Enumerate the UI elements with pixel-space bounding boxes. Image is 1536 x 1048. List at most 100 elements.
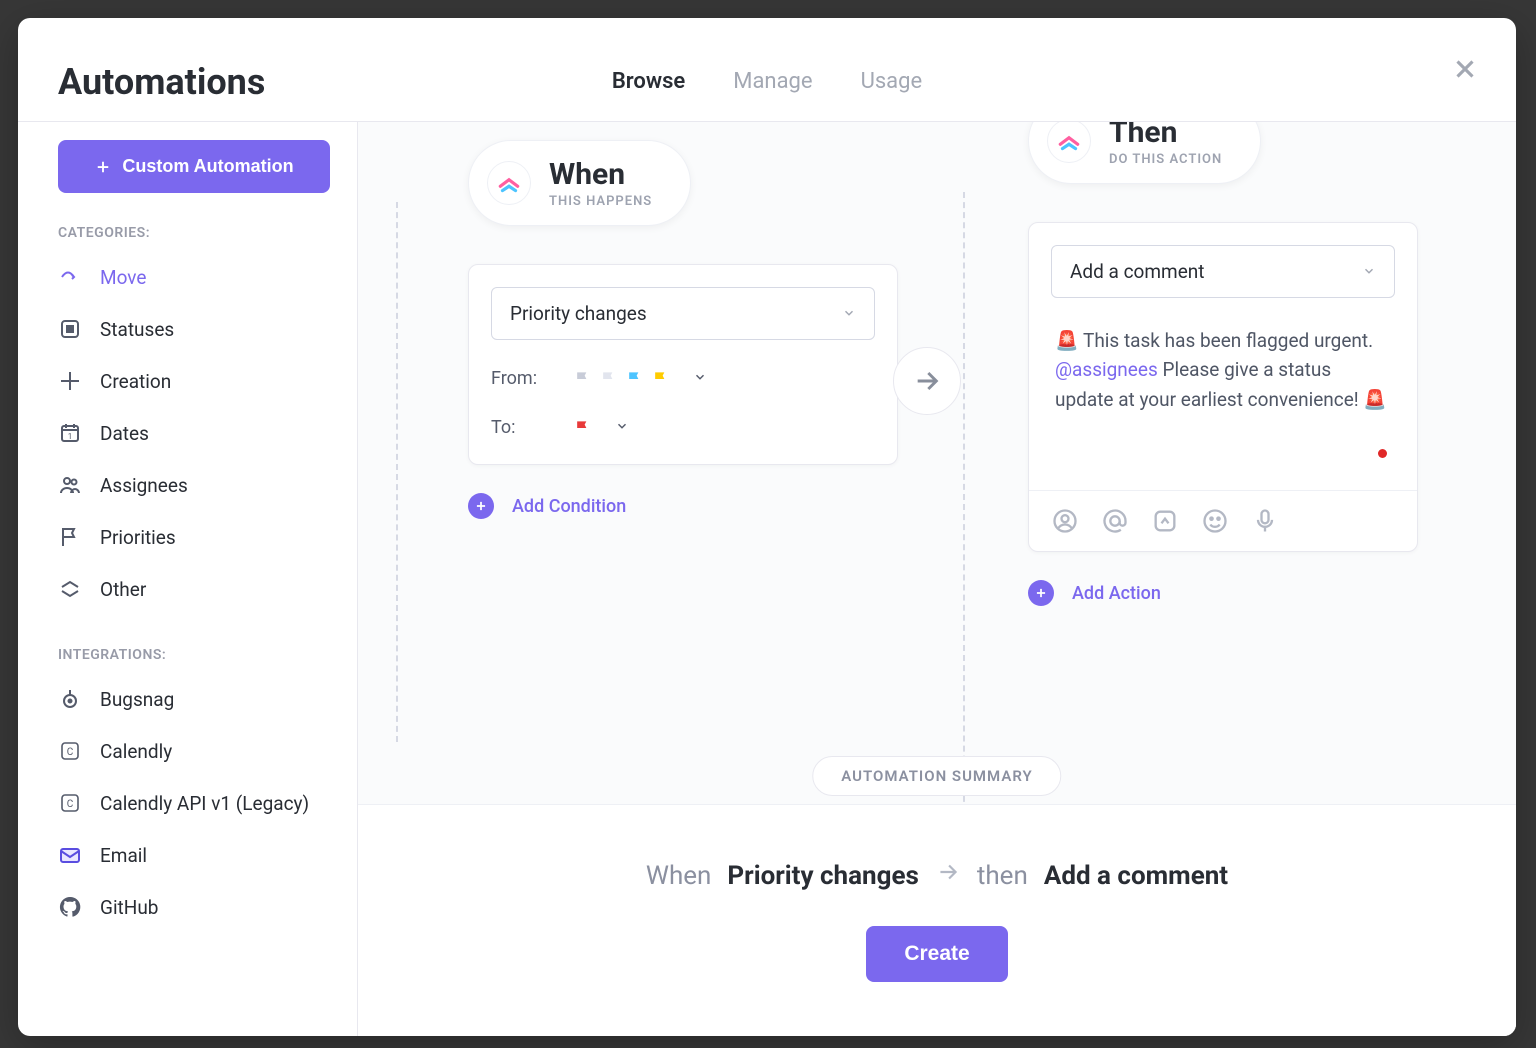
flag-lightgrey-icon	[599, 369, 619, 389]
from-row[interactable]: From:	[491, 368, 875, 389]
then-column: Then DO THIS ACTION Add a comment 🚨 This…	[1028, 122, 1458, 772]
to-row[interactable]: To:	[491, 417, 875, 438]
automation-summary-pill: AUTOMATION SUMMARY	[812, 756, 1061, 796]
category-statuses[interactable]: Statuses	[58, 303, 329, 355]
add-action-button[interactable]: Add Action	[1028, 580, 1458, 606]
when-card: Priority changes From:	[468, 264, 898, 465]
creation-icon	[58, 369, 82, 393]
comment-text-leading: 🚨 This task has been flagged urgent.	[1055, 329, 1373, 352]
plus-icon	[468, 493, 494, 519]
flag-grey-icon	[573, 369, 593, 389]
priorities-icon	[58, 525, 82, 549]
plus-icon	[1028, 580, 1054, 606]
summary-sentence: When Priority changes then Add a comment	[646, 859, 1228, 892]
email-icon	[58, 843, 82, 867]
integration-label: Email	[100, 844, 147, 867]
tab-usage[interactable]: Usage	[861, 30, 923, 133]
when-subtitle: THIS HAPPENS	[549, 194, 652, 209]
category-dates[interactable]: 1 Dates	[58, 407, 329, 459]
svg-text:C: C	[67, 747, 74, 758]
integration-label: GitHub	[100, 896, 158, 919]
create-button[interactable]: Create	[866, 926, 1007, 982]
bugsnag-icon	[58, 687, 82, 711]
chevron-down-icon	[842, 302, 856, 325]
clickup-logo-icon	[1047, 122, 1091, 163]
then-title: Then	[1109, 122, 1222, 150]
then-subtitle: DO THIS ACTION	[1109, 152, 1222, 167]
command-icon[interactable]	[1151, 507, 1179, 535]
integration-github[interactable]: GitHub	[58, 881, 329, 933]
category-move[interactable]: Move	[58, 251, 329, 303]
assignees-icon	[58, 473, 82, 497]
comment-mention: @assignees	[1055, 358, 1158, 381]
dates-icon: 1	[58, 421, 82, 445]
trigger-select[interactable]: Priority changes	[491, 287, 875, 340]
automations-modal: Automations Browse Manage Usage Custom A…	[18, 18, 1516, 1036]
then-card: Add a comment 🚨 This task has been flagg…	[1028, 222, 1418, 552]
svg-text:C: C	[67, 799, 74, 810]
flag-red-icon	[573, 418, 593, 438]
then-rail	[963, 192, 965, 812]
category-label: Assignees	[100, 474, 188, 497]
category-label: Creation	[100, 370, 171, 393]
other-icon	[58, 577, 82, 601]
footer: When Priority changes then Add a comment…	[358, 804, 1516, 1036]
category-label: Statuses	[100, 318, 174, 341]
tab-manage[interactable]: Manage	[733, 30, 812, 133]
integration-bugsnag[interactable]: Bugsnag	[58, 673, 329, 725]
summary-when-word: When	[646, 861, 712, 891]
to-label: To:	[491, 417, 551, 438]
integration-label: Bugsnag	[100, 688, 174, 711]
github-icon	[58, 895, 82, 919]
calendly-legacy-icon: C	[58, 791, 82, 815]
comment-textarea[interactable]: 🚨 This task has been flagged urgent. @as…	[1029, 320, 1417, 490]
category-label: Other	[100, 578, 146, 601]
modal-title: Automations	[58, 61, 265, 103]
category-assignees[interactable]: Assignees	[58, 459, 329, 511]
microphone-icon[interactable]	[1251, 507, 1279, 535]
svg-text:1: 1	[68, 432, 73, 441]
move-icon	[58, 265, 82, 289]
category-creation[interactable]: Creation	[58, 355, 329, 407]
categories-heading: CATEGORIES:	[58, 225, 329, 241]
summary-then-value: Add a comment	[1044, 861, 1228, 891]
mention-icon[interactable]	[1101, 507, 1129, 535]
summary-when-value: Priority changes	[727, 861, 918, 891]
trigger-select-value: Priority changes	[510, 302, 647, 325]
integration-email[interactable]: Email	[58, 829, 329, 881]
integration-calendly[interactable]: C Calendly	[58, 725, 329, 777]
comment-toolbar	[1029, 490, 1417, 551]
flag-yellow-icon	[651, 369, 671, 389]
integration-calendly-legacy[interactable]: C Calendly API v1 (Legacy)	[58, 777, 329, 829]
custom-automation-button[interactable]: Custom Automation	[58, 140, 330, 193]
clickup-logo-icon	[487, 161, 531, 205]
category-label: Move	[100, 266, 146, 289]
then-header: Then DO THIS ACTION	[1028, 122, 1261, 184]
chevron-down-icon	[615, 417, 629, 438]
assign-comment-icon[interactable]	[1051, 507, 1079, 535]
category-label: Dates	[100, 422, 149, 445]
summary-then-word: then	[977, 861, 1028, 891]
close-icon[interactable]	[1450, 54, 1480, 84]
when-header: When THIS HAPPENS	[468, 140, 691, 226]
integration-label: Calendly	[100, 740, 172, 763]
modal-header: Automations Browse Manage Usage	[18, 18, 1516, 122]
from-label: From:	[491, 368, 551, 389]
action-select-value: Add a comment	[1070, 260, 1204, 283]
chevron-down-icon	[693, 368, 707, 389]
recording-indicator-icon	[1378, 449, 1387, 458]
arrow-right-icon	[935, 859, 961, 892]
category-priorities[interactable]: Priorities	[58, 511, 329, 563]
chevron-down-icon	[1362, 260, 1376, 283]
calendly-icon: C	[58, 739, 82, 763]
from-flags	[573, 369, 671, 389]
when-column: When THIS HAPPENS Priority changes From:	[468, 140, 898, 772]
action-select[interactable]: Add a comment	[1051, 245, 1395, 298]
flag-blue-icon	[625, 369, 645, 389]
when-title: When	[549, 157, 652, 192]
emoji-icon[interactable]	[1201, 507, 1229, 535]
tabs: Browse Manage Usage	[612, 30, 922, 133]
add-condition-button[interactable]: Add Condition	[468, 493, 898, 519]
category-other[interactable]: Other	[58, 563, 329, 615]
tab-browse[interactable]: Browse	[612, 30, 685, 133]
